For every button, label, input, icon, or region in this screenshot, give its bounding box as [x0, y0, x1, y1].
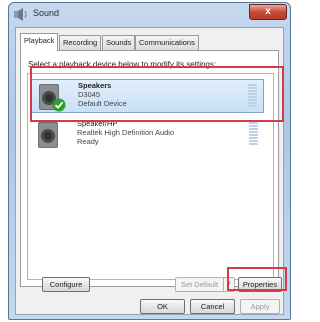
title-bar[interactable]: Sound x [9, 3, 290, 26]
tab-communications[interactable]: Communications [135, 35, 199, 50]
close-icon: x [265, 6, 271, 17]
device-description: Realtek High Definition Audio [77, 128, 175, 137]
speaker-icon [38, 122, 58, 148]
set-default-button[interactable]: Set Default ▼ [175, 277, 235, 292]
apply-button[interactable]: Apply [240, 299, 280, 314]
ok-button[interactable]: OK [140, 299, 185, 314]
window-title: Sound [33, 8, 60, 18]
configure-button[interactable]: Configure [42, 277, 90, 292]
device-highlight-box [30, 66, 284, 122]
cancel-button[interactable]: Cancel [190, 299, 235, 314]
volume-meter [249, 122, 258, 148]
sound-app-icon [14, 8, 27, 21]
properties-highlight-box [227, 267, 287, 291]
tab-playback[interactable]: Playback [20, 33, 59, 51]
device-speaker-hp[interactable]: Speaker/HP Realtek High Definition Audio… [31, 118, 264, 152]
tab-recording[interactable]: Recording [59, 35, 102, 50]
tab-sounds[interactable]: Sounds [102, 35, 136, 50]
set-default-label: Set Default [180, 280, 219, 289]
device-status: Ready [77, 137, 99, 146]
close-button[interactable]: x [249, 4, 287, 20]
